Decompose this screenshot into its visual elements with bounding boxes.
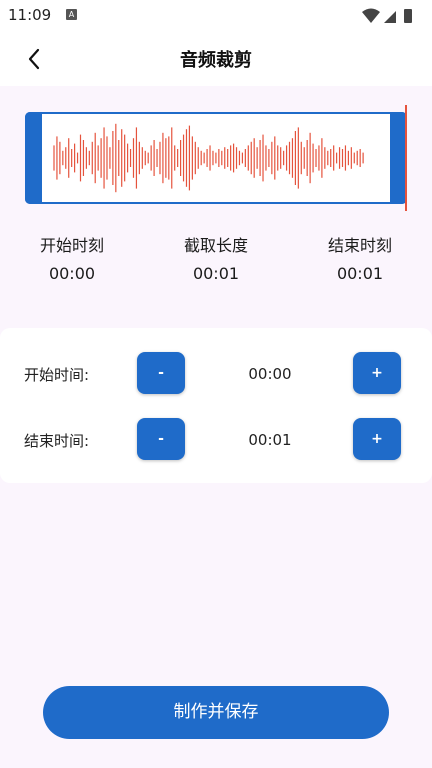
page-title: 音频裁剪 <box>180 50 252 71</box>
playhead-marker[interactable] <box>405 105 407 211</box>
wifi-icon <box>362 8 380 23</box>
start-time-label: 开始时间: <box>24 366 90 384</box>
waveform <box>53 123 364 193</box>
end-time-label: 结束时间: <box>24 432 90 450</box>
length-label: 截取长度 <box>183 236 248 255</box>
start-time-value: 00:00 <box>248 365 292 383</box>
start-moment-label: 开始时刻 <box>39 236 104 255</box>
length-value: 00:01 <box>192 264 240 283</box>
start-increment-button[interactable]: + <box>353 352 401 394</box>
signal-icon <box>384 11 396 23</box>
start-moment-value: 00:00 <box>48 264 96 283</box>
end-moment-info: 结束时刻 00:01 <box>300 232 420 283</box>
start-moment-info: 开始时刻 00:00 <box>12 232 132 283</box>
length-info: 截取长度 00:01 <box>156 232 276 283</box>
end-moment-value: 00:01 <box>336 264 384 283</box>
end-time-value: 00:01 <box>248 431 292 449</box>
status-icons <box>362 8 412 23</box>
waveform-selection[interactable] <box>25 112 407 204</box>
battery-icon <box>404 9 412 23</box>
app-bar: 音频裁剪 <box>0 32 432 86</box>
status-bar: 11:09 A <box>0 0 432 32</box>
save-button[interactable]: 制作并保存 <box>43 686 389 739</box>
end-increment-button[interactable]: + <box>353 418 401 460</box>
time-controls-card: 开始时间: - 00:00 + 结束时间: - 00:01 + <box>0 328 432 483</box>
start-decrement-button[interactable]: - <box>137 352 185 394</box>
trim-start-handle[interactable] <box>25 112 42 204</box>
end-decrement-button[interactable]: - <box>137 418 185 460</box>
end-moment-label: 结束时刻 <box>327 236 392 255</box>
status-time: 11:09 <box>8 6 52 24</box>
a-icon: A <box>66 9 77 20</box>
